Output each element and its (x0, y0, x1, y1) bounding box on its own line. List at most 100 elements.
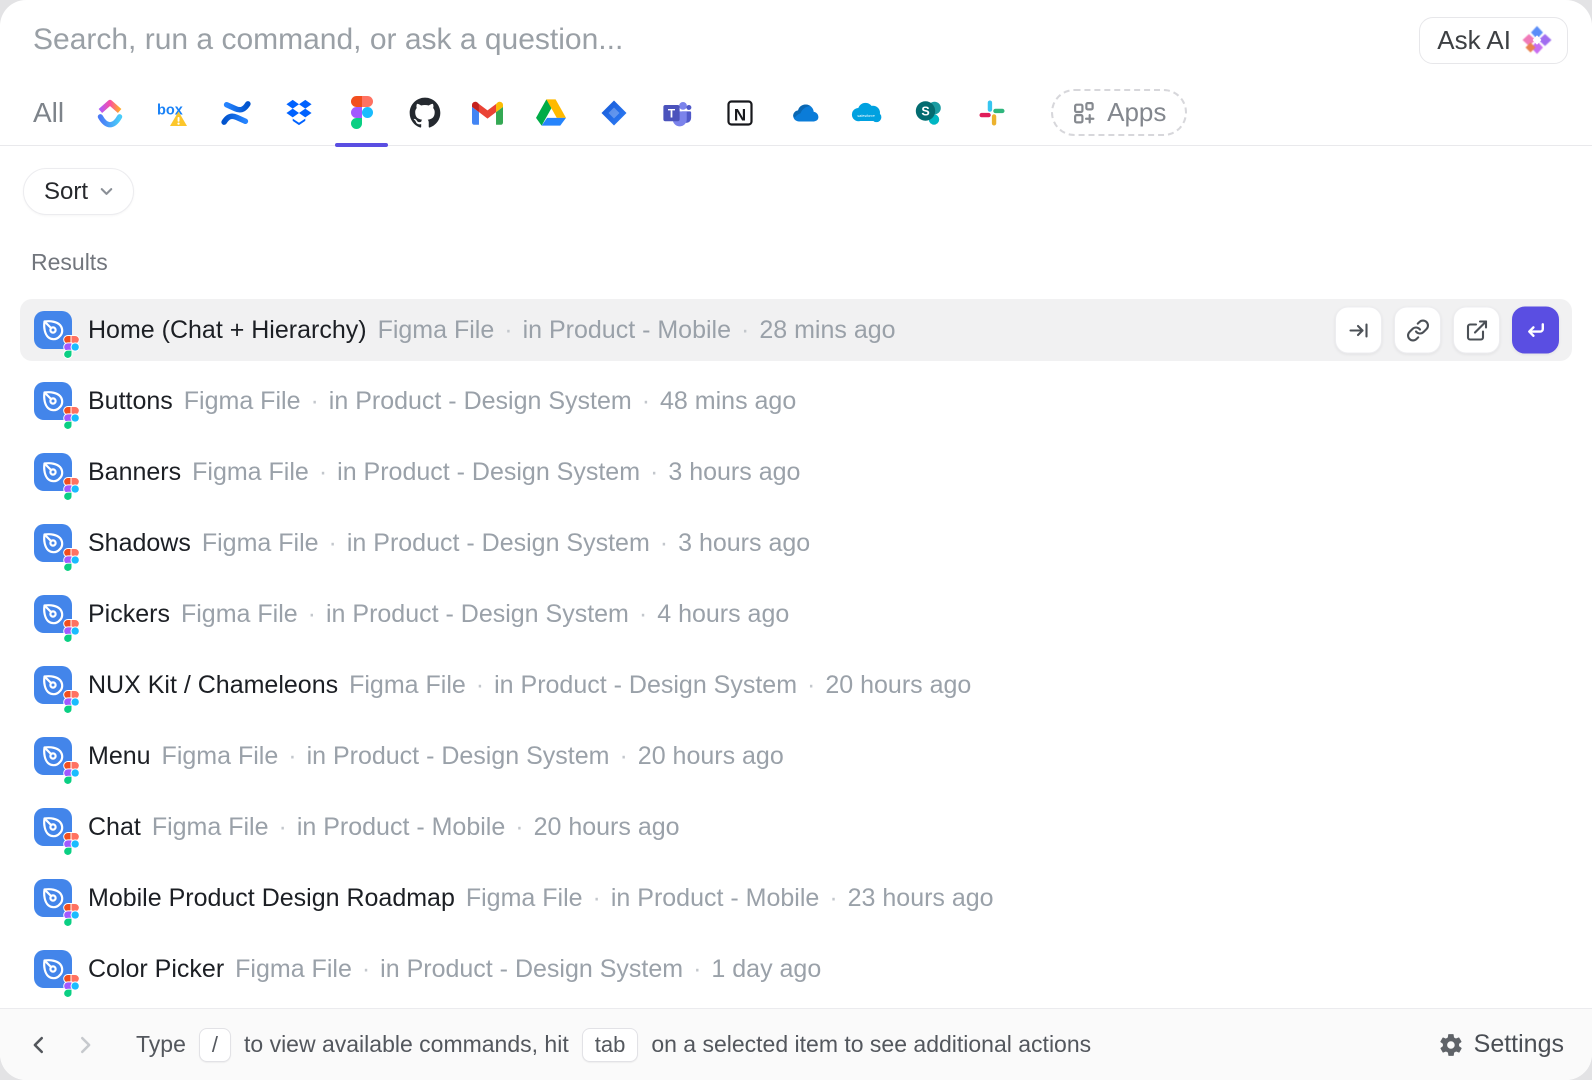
figma-file-icon (34, 311, 72, 349)
result-row[interactable]: Color Picker Figma File · in Product - D… (20, 938, 1572, 1000)
result-time: 20 hours ago (534, 813, 680, 842)
separator-dot: · (515, 813, 523, 842)
gear-icon (1438, 1032, 1464, 1058)
tab-github[interactable] (393, 80, 456, 146)
result-row[interactable]: Shadows Figma File · in Product - Design… (20, 512, 1572, 574)
tab-salesforce[interactable]: salesforce (834, 80, 897, 146)
result-location: in Product - Design System (347, 529, 650, 558)
footer-hint-middle: to view available commands, hit (244, 1031, 569, 1058)
tab-figma[interactable] (330, 80, 393, 146)
open-external-button[interactable] (1453, 307, 1500, 354)
figma-mini-logo-badge (64, 691, 79, 713)
tab-all[interactable]: All (33, 97, 64, 129)
separator-dot: · (279, 813, 287, 842)
result-location: in Product - Design System (494, 671, 797, 700)
copy-link-button[interactable] (1394, 307, 1441, 354)
svg-text:S: S (921, 104, 929, 118)
result-location: in Product - Design System (326, 600, 629, 629)
apps-button-label: Apps (1107, 97, 1166, 128)
sort-label: Sort (44, 178, 88, 206)
figma-file-icon (34, 808, 72, 846)
search-input[interactable] (33, 23, 1401, 57)
figma-file-icon (34, 524, 72, 562)
separator-dot: · (319, 458, 327, 487)
result-time: 28 mins ago (759, 316, 895, 345)
apps-button[interactable]: Apps (1051, 89, 1187, 136)
result-row[interactable]: NUX Kit / Chameleons Figma File · in Pro… (20, 654, 1572, 716)
result-title: Menu (88, 742, 151, 771)
result-row[interactable]: Home (Chat + Hierarchy) Figma File · in … (20, 299, 1572, 361)
figma-mini-logo-badge (64, 620, 79, 642)
footer-hint-suffix: on a selected item to see additional act… (651, 1031, 1091, 1058)
settings-button[interactable]: Settings (1438, 1030, 1564, 1059)
tab-onedrive[interactable] (771, 80, 834, 146)
tab-confluence[interactable] (204, 80, 267, 146)
dropbox-icon (283, 98, 315, 127)
result-row[interactable]: Banners Figma File · in Product - Design… (20, 441, 1572, 503)
result-location: in Product - Design System (307, 742, 610, 771)
microsoft-teams-icon: T (661, 98, 692, 128)
result-row[interactable]: Buttons Figma File · in Product - Design… (20, 370, 1572, 432)
sort-button[interactable]: Sort (23, 168, 134, 215)
result-location: in Product - Design System (380, 955, 683, 984)
tab-box[interactable]: box (141, 80, 204, 146)
svg-text:salesforce: salesforce (857, 114, 874, 118)
results-header: Results (31, 249, 108, 276)
slash-key: / (199, 1028, 231, 1062)
slack-icon (977, 98, 1007, 128)
ai-flower-icon (1522, 25, 1552, 55)
chevron-left-icon[interactable] (28, 1034, 50, 1056)
result-row[interactable]: Chat Figma File · in Product - Mobile · … (20, 796, 1572, 858)
notion-icon: N (725, 98, 755, 128)
tab-jira[interactable] (582, 80, 645, 146)
result-row[interactable]: Pickers Figma File · in Product - Design… (20, 583, 1572, 645)
result-time: 48 mins ago (660, 387, 796, 416)
onedrive-icon (787, 101, 819, 125)
result-time: 20 hours ago (825, 671, 971, 700)
tab-sharepoint[interactable]: S (897, 80, 960, 146)
ask-ai-label: Ask AI (1437, 25, 1511, 56)
separator-dot: · (829, 884, 837, 913)
tab-forward-icon (1347, 318, 1371, 342)
tab-microsoft-teams[interactable]: T (645, 80, 708, 146)
result-row[interactable]: Menu Figma File · in Product - Design Sy… (20, 725, 1572, 787)
gmail-icon (472, 100, 503, 125)
tab-notion[interactable]: N (708, 80, 771, 146)
result-time: 3 hours ago (668, 458, 800, 487)
figma-file-icon (34, 453, 72, 491)
result-title: Chat (88, 813, 141, 842)
separator-dot: · (660, 529, 668, 558)
result-type: Figma File (152, 813, 269, 842)
tab-slack[interactable] (960, 80, 1023, 146)
clickup-icon (95, 98, 125, 128)
chevron-right-icon[interactable] (74, 1034, 96, 1056)
figma-file-icon (34, 382, 72, 420)
tab-google-drive[interactable] (519, 80, 582, 146)
result-time: 23 hours ago (848, 884, 994, 913)
tab-dropbox[interactable] (267, 80, 330, 146)
figma-file-icon (34, 666, 72, 704)
svg-text:N: N (733, 105, 745, 124)
result-type: Figma File (466, 884, 583, 913)
google-drive-icon (536, 99, 566, 126)
tab-gmail[interactable] (456, 80, 519, 146)
tab-forward-button[interactable] (1335, 307, 1382, 354)
result-type: Figma File (378, 316, 495, 345)
figma-mini-logo-badge (64, 407, 79, 429)
grid-plus-icon (1072, 100, 1097, 125)
figma-file-icon (34, 950, 72, 988)
result-row[interactable]: Mobile Product Design Roadmap Figma File… (20, 867, 1572, 929)
ask-ai-button[interactable]: Ask AI (1419, 17, 1568, 64)
search-row: Ask AI (0, 0, 1592, 80)
figma-file-icon (34, 737, 72, 775)
link-icon (1406, 318, 1430, 342)
result-location: in Product - Design System (329, 387, 632, 416)
result-title: Color Picker (88, 955, 224, 984)
result-type: Figma File (181, 600, 298, 629)
enter-button[interactable] (1512, 307, 1559, 354)
tab-clickup[interactable] (78, 80, 141, 146)
github-icon (409, 97, 441, 129)
result-type: Figma File (162, 742, 279, 771)
figma-mini-logo-badge (64, 904, 79, 926)
separator-dot: · (308, 600, 316, 629)
